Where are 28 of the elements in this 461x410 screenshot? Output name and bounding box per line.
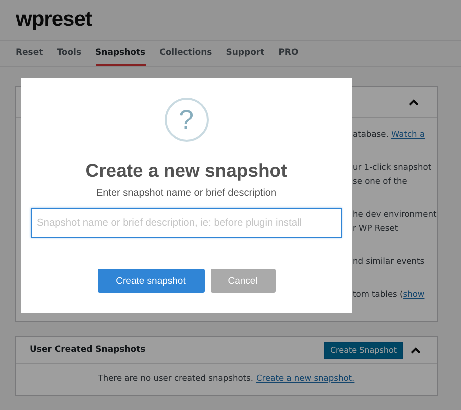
logo: wpreset xyxy=(16,8,92,32)
create-snapshot-button[interactable]: Create Snapshot xyxy=(324,342,403,358)
dialog-title: Create a new snapshot xyxy=(86,160,288,182)
description-text: tom tables (show xyxy=(353,288,426,301)
question-icon: ? xyxy=(164,98,208,142)
link[interactable]: show xyxy=(403,289,425,299)
description-text: nd similar events xyxy=(353,255,426,268)
empty-message: There are no user created snapshots. xyxy=(98,373,254,383)
dialog-subtitle: Enter snapshot name or brief description xyxy=(96,188,277,199)
confirm-button[interactable]: Create snapshot xyxy=(98,269,204,293)
link[interactable]: Watch a xyxy=(391,129,426,139)
description-text: he dev environment xyxy=(353,208,437,221)
description-text: se one of the xyxy=(353,175,408,188)
caret-icon[interactable] xyxy=(409,98,419,106)
description-text: ur 1-click snapshot xyxy=(353,161,433,174)
nav-tab[interactable]: Snapshots xyxy=(96,41,146,66)
caret-icon[interactable] xyxy=(411,346,421,354)
nav-tab[interactable]: PRO xyxy=(278,41,299,66)
description-text: r WP Reset xyxy=(353,222,400,235)
nav-tab[interactable]: Reset xyxy=(16,41,44,66)
nav-tab[interactable]: Collections xyxy=(160,41,212,66)
nav-tab[interactable]: Tools xyxy=(57,41,82,66)
input-field[interactable]: Snapshot name or brief description, ie: before plugin install xyxy=(31,208,342,238)
card-title: User Created Snapshots xyxy=(30,345,147,355)
nav-tab[interactable]: Support xyxy=(226,41,265,66)
description-text: atabase. Watch a xyxy=(353,128,426,141)
create-link[interactable]: Create a new snapshot. xyxy=(256,373,355,383)
cancel-button[interactable]: Cancel xyxy=(210,269,276,293)
